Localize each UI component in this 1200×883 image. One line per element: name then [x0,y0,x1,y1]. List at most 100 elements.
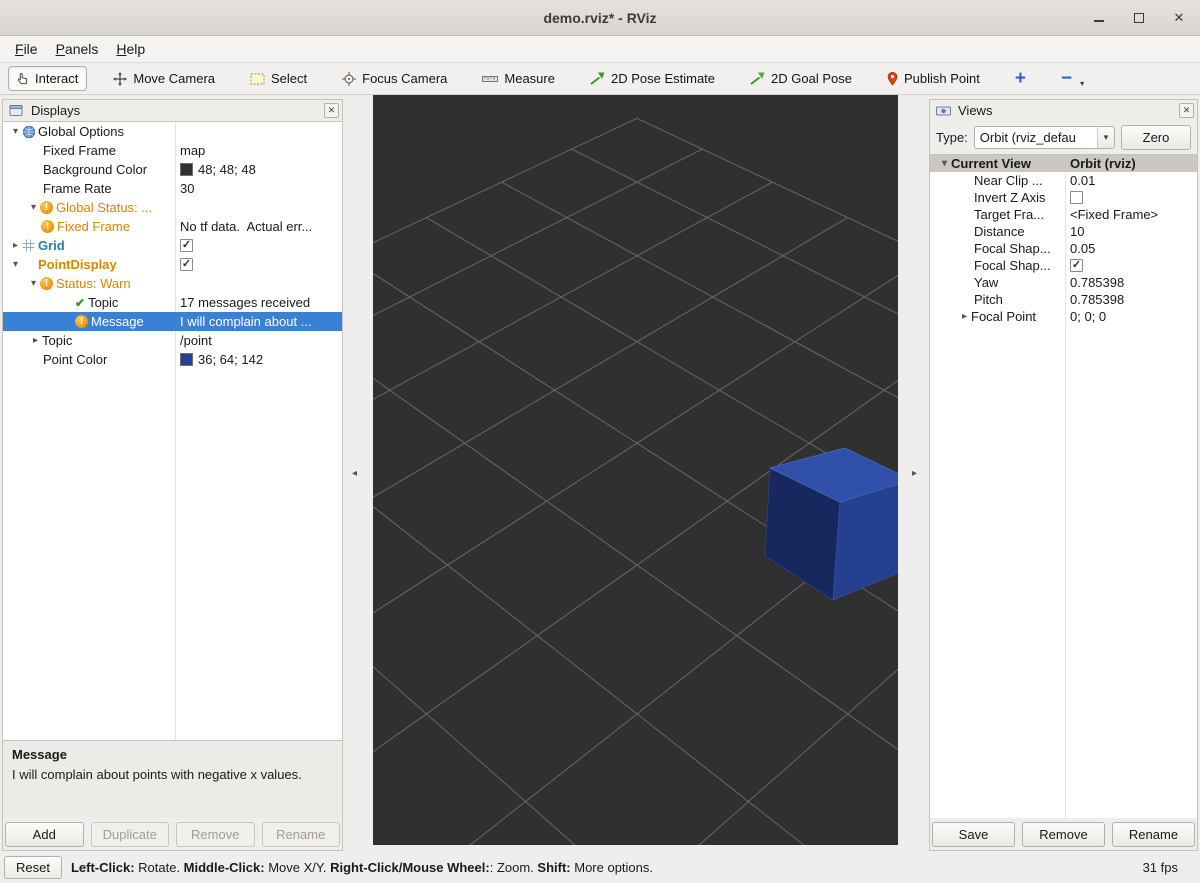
color-swatch[interactable] [180,353,193,366]
color-swatch[interactable] [180,163,193,176]
property-value[interactable]: <Fixed Frame> [1065,206,1197,223]
tree-row-yaw[interactable]: Yaw 0.785398 [930,274,1197,291]
view-type-combobox[interactable]: Orbit (rviz_defau ▼ [974,126,1115,149]
tree-row-grid[interactable]: Grid [3,236,342,255]
tool-label: Focus Camera [362,71,447,86]
main-area: Displays ✕ Global Options [0,95,1200,851]
tree-row-topic-status[interactable]: Topic 17 messages received [3,293,342,312]
menu-help[interactable]: Help [107,38,154,60]
grid-icon [22,239,38,252]
property-value[interactable]: 0.785398 [1065,291,1197,308]
expander-open-icon[interactable] [9,260,22,270]
titlebar[interactable]: demo.rviz* - RViz ✕ [0,0,1200,36]
tree-row-frame-rate[interactable]: Frame Rate 30 [3,179,342,198]
add-tool-button[interactable]: + [1006,64,1035,93]
property-value[interactable]: 30 [175,179,342,198]
tree-row-target-frame[interactable]: Target Fra... <Fixed Frame> [930,206,1197,223]
collapse-right-panel-arrow[interactable]: ▸ [912,469,917,479]
property-value[interactable]: 0.01 [1065,172,1197,189]
tool-2d-pose-estimate[interactable]: 2D Pose Estimate [581,66,724,91]
enabled-checkbox[interactable] [180,239,193,252]
expander-closed-icon[interactable] [958,312,971,322]
minimize-button[interactable] [1090,9,1108,27]
property-description: Message I will complain about points wit… [3,740,342,818]
tree-row-background-color[interactable]: Background Color 48; 48; 48 [3,160,342,179]
tool-label: Measure [504,71,555,86]
menu-panels[interactable]: Panels [47,38,108,60]
render-scene [373,95,898,845]
property-name: Background Color [43,160,147,179]
reset-button[interactable]: Reset [4,856,62,879]
tree-row-focal-shape-fixed[interactable]: Focal Shap... [930,257,1197,274]
save-view-button[interactable]: Save [932,822,1015,847]
property-name: Pitch [974,291,1003,308]
select-icon [250,73,265,85]
property-value: 17 messages received [175,293,342,312]
zero-button[interactable]: Zero [1121,125,1191,150]
maximize-button[interactable] [1130,9,1148,27]
add-display-button[interactable]: Add [5,822,84,847]
tree-row-message-selected[interactable]: Message I will complain about ... [3,312,342,331]
property-value[interactable]: map [175,141,342,160]
tree-row-pointdisplay[interactable]: PointDisplay [3,255,342,274]
focal-shape-checkbox[interactable] [1070,259,1083,272]
expander-open-icon[interactable] [9,127,22,137]
tool-select[interactable]: Select [241,66,316,91]
tool-2d-goal-pose[interactable]: 2D Goal Pose [741,66,861,91]
tool-focus-camera[interactable]: Focus Camera [333,66,456,91]
tree-row-focal-shape-size[interactable]: Focal Shap... 0.05 [930,240,1197,257]
property-value[interactable]: /point [175,331,342,350]
property-value[interactable]: 0.785398 [1065,274,1197,291]
tree-row-near-clip[interactable]: Near Clip ... 0.01 [930,172,1197,189]
displays-panel-close-button[interactable]: ✕ [324,103,339,118]
tree-row-global-options[interactable]: Global Options [3,122,342,141]
property-value[interactable]: 0.05 [1065,240,1197,257]
expander-open-icon[interactable] [27,279,40,289]
tree-row-distance[interactable]: Distance 10 [930,223,1197,240]
tree-row-fixed-frame[interactable]: Fixed Frame map [3,141,342,160]
property-name: Distance [974,223,1025,240]
tree-row-fixed-frame-warning[interactable]: Fixed Frame No tf data. Actual err... [3,217,342,236]
tree-row-status-warn[interactable]: Status: Warn [3,274,342,293]
property-value[interactable]: 36; 64; 142 [175,350,342,369]
tree-row-current-view[interactable]: Current View Orbit (rviz) [930,155,1197,172]
tool-move-camera[interactable]: Move Camera [104,66,224,91]
3d-viewport[interactable] [373,95,898,845]
tree-row-invert-z[interactable]: Invert Z Axis [930,189,1197,206]
expander-closed-icon[interactable] [29,336,42,346]
tree-row-global-status[interactable]: Global Status: ... [3,198,342,217]
chevron-down-icon[interactable]: ▼ [1097,127,1114,148]
property-value: No tf data. Actual err... [175,217,342,236]
tool-interact[interactable]: Interact [8,66,87,91]
displays-panel-header[interactable]: Displays ✕ [3,100,342,121]
expander-open-icon[interactable] [938,159,951,169]
property-value: Orbit (rviz) [1065,155,1197,172]
tool-publish-point[interactable]: Publish Point [878,66,989,91]
close-button[interactable]: ✕ [1170,9,1188,27]
property-value[interactable]: 0; 0; 0 [1065,308,1197,325]
window-title: demo.rviz* - RViz [543,10,656,26]
tree-row-topic[interactable]: Topic /point [3,331,342,350]
rename-view-button[interactable]: Rename [1112,822,1195,847]
property-value[interactable]: 10 [1065,223,1197,240]
collapse-left-panel-arrow[interactable]: ◂ [352,469,357,479]
warning-icon [40,201,53,214]
menu-file[interactable]: File [6,38,47,60]
tree-row-point-color[interactable]: Point Color 36; 64; 142 [3,350,342,369]
property-value[interactable]: 48; 48; 48 [175,160,342,179]
tree-row-focal-point[interactable]: Focal Point 0; 0; 0 [930,308,1197,325]
pose-estimate-arrow-icon [590,72,605,85]
tree-row-pitch[interactable]: Pitch 0.785398 [930,291,1197,308]
description-text: I will complain about points with negati… [12,767,333,784]
enabled-checkbox[interactable] [180,258,193,271]
expander-closed-icon[interactable] [9,241,22,251]
expander-open-icon[interactable] [27,203,40,213]
views-panel-close-button[interactable]: ✕ [1179,103,1194,118]
property-name: Global Status: ... [56,198,152,217]
publish-point-pin-icon [887,72,898,86]
views-panel-header[interactable]: Views ✕ [930,100,1197,121]
invert-z-checkbox[interactable] [1070,191,1083,204]
remove-tool-button[interactable]: − ▾ [1052,64,1093,93]
tool-measure[interactable]: Measure [473,66,564,91]
remove-view-button[interactable]: Remove [1022,822,1105,847]
